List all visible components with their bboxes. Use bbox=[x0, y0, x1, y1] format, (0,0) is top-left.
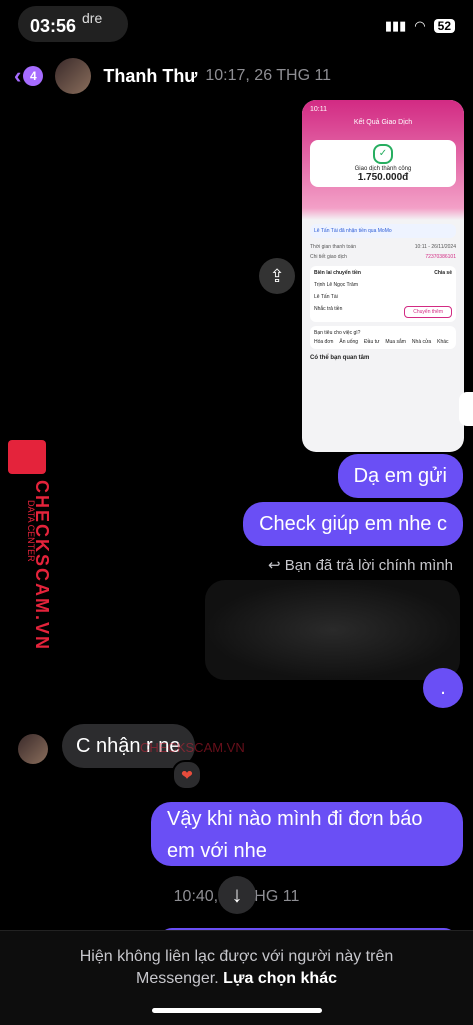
footer-message: Hiện không liên lạc được với người này t… bbox=[40, 946, 433, 990]
other-options-link[interactable]: Lựa chọn khác bbox=[223, 970, 337, 987]
unread-badge: 4 bbox=[23, 66, 44, 86]
chat-header: ‹ 4 Thanh Thư 10:17, 26 THG 11 bbox=[0, 58, 473, 94]
screenshot-header: 10:11 Kết Quả Giao Dịch ✓ Giao dịch thàn… bbox=[302, 100, 464, 220]
transfer-more-button: Chuyển thêm bbox=[404, 306, 452, 318]
message-bubble-out[interactable]: Check giúp em nhe c bbox=[243, 502, 463, 546]
watermark-center: CHECKSCAM.VN bbox=[140, 740, 245, 755]
receipt-title: Biên lai chuyển tiền bbox=[314, 270, 361, 276]
spend-box: Bạn tiêu cho việc gì? Hóa đơn Ăn uống Đầ… bbox=[310, 326, 456, 349]
status-icons: ▮▮▮ ◠ 52 bbox=[385, 18, 455, 34]
cat-item: Khác bbox=[437, 339, 449, 345]
share-icon[interactable]: ⇪ bbox=[259, 258, 295, 294]
contact-avatar-small bbox=[18, 734, 48, 764]
message-line: Vậy khi nào mình đi đơn báo bbox=[167, 808, 423, 830]
screenshot-time: 10:11 bbox=[310, 106, 327, 113]
time-row: Thời gian thanh toán 10:11 - 26/11/2024 bbox=[302, 242, 464, 252]
assistive-touch-icon[interactable] bbox=[459, 392, 473, 426]
receiver-info: Lê Tấn Tài đã nhận tiền qua MoMo bbox=[310, 224, 456, 238]
contact-avatar[interactable] bbox=[55, 58, 92, 94]
cat-item: Đầu tư bbox=[364, 339, 380, 345]
watermark-lock-icon bbox=[8, 440, 46, 474]
receipt-box: Biên lai chuyển tiền Chia sẻ Trịnh Lê Ngọ… bbox=[310, 266, 456, 322]
detail-value: 72370386101 bbox=[425, 254, 456, 260]
reply-icon: ↩ bbox=[267, 557, 285, 574]
cat-item: Ăn uống bbox=[339, 339, 359, 345]
interest-heading: Có thể bạn quan tâm bbox=[310, 355, 370, 361]
signal-icon: ▮▮▮ bbox=[384, 18, 407, 33]
message-timestamp: 10:17, 26 THG 11 bbox=[205, 67, 332, 84]
message-bubble-out[interactable]: Vậy khi nào mình đi đơn báo em với nhe bbox=[151, 802, 463, 866]
time-label: Thời gian thanh toán bbox=[310, 244, 357, 250]
cat-item: Mua sắm bbox=[385, 339, 406, 345]
status-time: 03:56 bbox=[30, 16, 77, 36]
watermark-left-small: DATA CENTER bbox=[26, 500, 36, 562]
amount: 1.750.000đ bbox=[357, 172, 409, 183]
remind-button: Nhắc trả tiền bbox=[314, 306, 343, 312]
detail-row: Chi tiết giao dịch 72370386101 bbox=[302, 252, 464, 262]
wifi-icon: ◠ bbox=[414, 18, 426, 33]
redacted-image bbox=[205, 580, 460, 680]
battery-icon: 52 bbox=[433, 19, 455, 33]
heart-reaction-icon[interactable]: ❤ bbox=[172, 760, 202, 790]
success-check-icon: ✓ bbox=[373, 144, 393, 164]
detail-label: Chi tiết giao dịch bbox=[310, 254, 347, 260]
spend-question: Bạn tiêu cho việc gì? bbox=[314, 330, 361, 336]
reply-note-text: Bạn đã trả lời chính mình bbox=[284, 557, 453, 574]
time-value: 10:11 - 26/11/2024 bbox=[414, 244, 456, 250]
cat-item: Hóa đơn bbox=[314, 339, 334, 345]
share-link: Chia sẻ bbox=[434, 270, 452, 276]
message-line: em với nhe bbox=[167, 840, 267, 862]
message-bubble-out[interactable]: Dạ em gửi bbox=[337, 454, 463, 498]
scroll-down-icon[interactable]: ↓ bbox=[218, 876, 256, 914]
contact-name[interactable]: Thanh Thư bbox=[103, 66, 197, 87]
message-bubble-out[interactable]: . bbox=[423, 668, 463, 708]
reply-note: ↩ Bạn đã trả lời chính mình bbox=[268, 556, 453, 574]
back-icon[interactable]: ‹ bbox=[14, 63, 21, 89]
result-card: ✓ Giao dịch thành công 1.750.000đ bbox=[310, 140, 456, 187]
payment-screenshot[interactable]: 10:11 Kết Quả Giao Dịch ✓ Giao dịch thàn… bbox=[302, 100, 464, 452]
receiver-name: Lê Tấn Tài bbox=[314, 294, 338, 300]
screenshot-title: Kết Quả Giao Dịch bbox=[353, 119, 413, 126]
home-indicator bbox=[152, 1008, 322, 1013]
status-carrier-hint: dre bbox=[82, 10, 103, 26]
sender-name: Trịnh Lê Ngọc Trâm bbox=[314, 282, 358, 288]
cat-item: Nhà cửa bbox=[411, 339, 432, 345]
